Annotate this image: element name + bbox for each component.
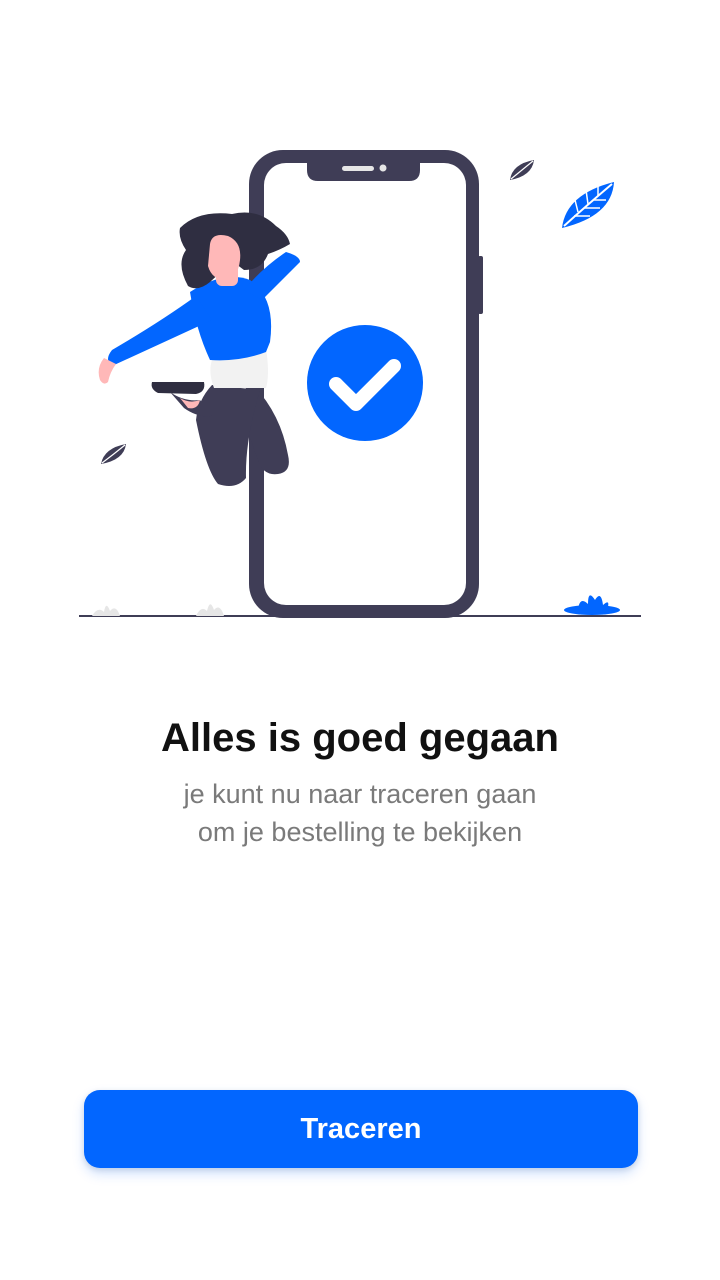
leaf-icon-large-blue bbox=[562, 182, 614, 228]
page-subtitle: je kunt nu naar traceren gaan om je best… bbox=[0, 775, 720, 851]
leaf-icon-small-dark-top bbox=[510, 160, 534, 180]
success-screen: Alles is goed gegaan je kunt nu naar tra… bbox=[0, 0, 720, 1280]
success-illustration bbox=[79, 150, 641, 618]
subtitle-line-2: om je bestelling te bekijken bbox=[197, 817, 523, 847]
page-title: Alles is goed gegaan bbox=[161, 716, 559, 760]
leaf-icon-small-dark-left bbox=[101, 444, 126, 464]
track-button[interactable]: Traceren bbox=[84, 1090, 638, 1168]
blue-plant-icon bbox=[564, 595, 620, 615]
grass-tuft-icon bbox=[92, 604, 224, 616]
subtitle-line-1: je kunt nu naar traceren gaan bbox=[183, 779, 537, 809]
checkmark-circle-icon bbox=[307, 325, 423, 441]
